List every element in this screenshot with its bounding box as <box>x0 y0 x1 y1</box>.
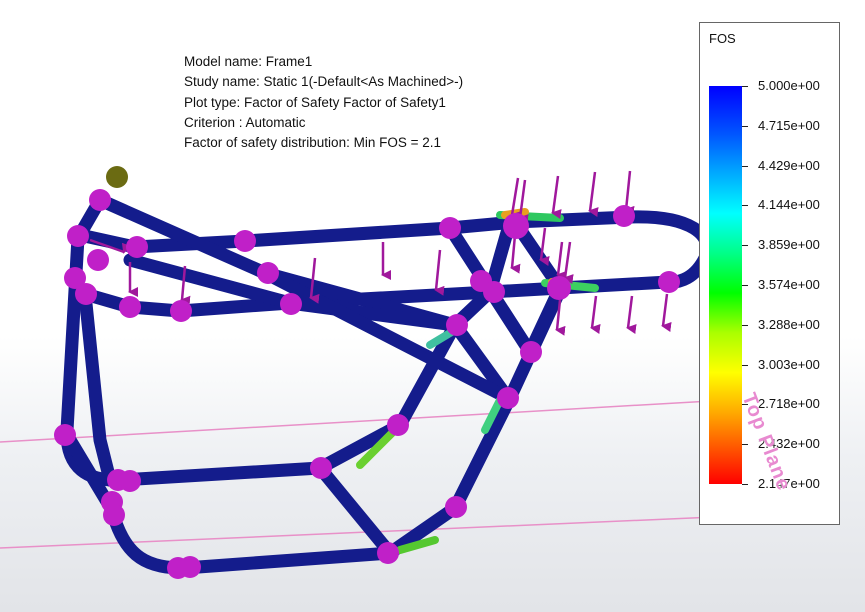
legend-tick-label: 3.574e+00 <box>758 277 820 292</box>
legend-tick-label: 2.718e+00 <box>758 396 820 412</box>
legend-tick <box>742 444 748 446</box>
graphics-viewport[interactable]: Model name: Frame1 Study name: Static 1(… <box>0 0 865 612</box>
legend-tick-label: 5.000e+00 <box>758 78 820 93</box>
fos-distribution-text: Factor of safety distribution: Min FOS =… <box>184 135 441 151</box>
legend-tick <box>742 285 748 286</box>
legend-tick <box>742 86 748 87</box>
legend-tick-label: 4.144e+00 <box>758 197 820 213</box>
legend-tick-label: 4.715e+00 <box>758 117 820 133</box>
legend-tick <box>742 324 748 326</box>
study-info-panel: Model name: Frame1 Study name: Static 1(… <box>184 52 463 153</box>
legend-tick <box>742 245 748 247</box>
legend-tick <box>742 205 748 207</box>
legend-tick-label: 3.859e+00 <box>758 237 820 253</box>
legend-title: FOS <box>709 31 736 46</box>
color-scale-bar <box>709 86 742 484</box>
study-name-text: Study name: Static 1(-Default<As Machine… <box>184 74 464 90</box>
origin-ball <box>106 166 128 188</box>
legend-tick <box>742 364 748 366</box>
legend-tick-label: 3.288e+00 <box>758 316 820 332</box>
frame-tubes[interactable] <box>60 193 714 575</box>
model-name-text: Model name: Frame1 <box>184 54 313 69</box>
legend-tick <box>742 484 748 485</box>
legend-tick-label: 4.429e+00 <box>758 157 820 173</box>
legend-tick <box>742 125 748 127</box>
legend-tick-label: 3.003e+00 <box>758 356 820 372</box>
plot-type-text: Plot type: Factor of Safety Factor of Sa… <box>184 94 446 110</box>
legend-tick <box>742 165 748 167</box>
criterion-text: Criterion : Automatic <box>184 114 306 130</box>
